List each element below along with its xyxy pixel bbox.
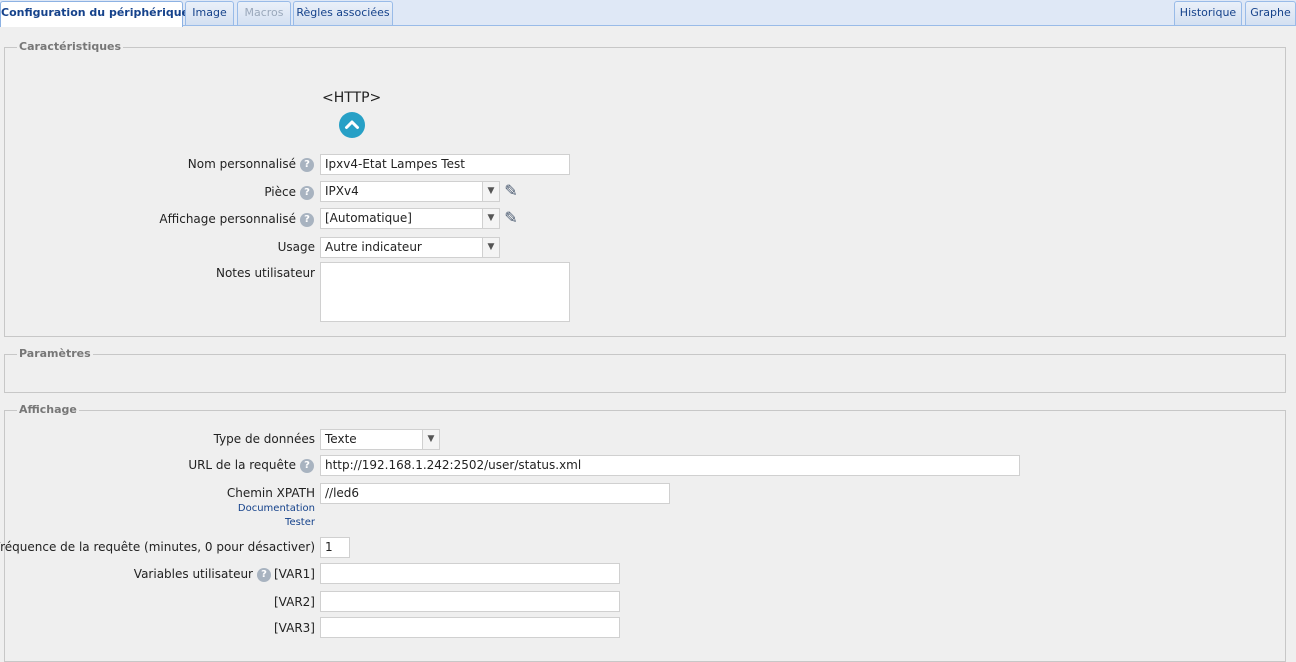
type-select[interactable]: Texte ▼ <box>320 429 440 450</box>
tab-graphe[interactable]: Graphe <box>1245 1 1296 25</box>
nom-label-row: Nom personnalisé? <box>188 157 314 172</box>
affichage-select[interactable]: [Automatique] ▼ <box>320 208 500 229</box>
xpath-input[interactable]: //led6 <box>320 483 670 504</box>
help-icon[interactable]: ? <box>257 567 271 582</box>
piece-value: IPXv4 <box>325 184 359 198</box>
help-icon[interactable]: ? <box>300 185 314 200</box>
affichage-value: [Automatique] <box>325 211 412 225</box>
piece-select[interactable]: IPXv4 ▼ <box>320 181 500 202</box>
fieldset-legend: Caractéristiques <box>17 40 124 53</box>
nom-label: Nom personnalisé <box>187 157 296 171</box>
tab-bar: Configuration du périphérique Image Macr… <box>0 0 1296 27</box>
documentation-link[interactable]: Documentation <box>238 503 315 514</box>
help-icon[interactable]: ? <box>300 212 314 227</box>
freq-input[interactable]: 1 <box>320 537 350 558</box>
usage-label: Usage <box>277 240 315 254</box>
tab-configuration[interactable]: Configuration du périphérique <box>0 1 189 27</box>
tester-link[interactable]: Tester <box>285 517 315 528</box>
piece-label: Pièce <box>264 185 296 199</box>
var3-input[interactable] <box>320 617 620 638</box>
chevron-down-icon[interactable]: ▼ <box>482 238 499 257</box>
url-label: URL de la requête <box>188 458 296 472</box>
affichage-label: Affichage personnalisé <box>159 212 296 226</box>
help-icon[interactable]: ? <box>300 458 314 473</box>
chevron-up-circle-icon[interactable] <box>339 112 365 138</box>
tab-regles-associees[interactable]: Règles associées <box>293 1 393 25</box>
fieldset-affichage: Affichage <box>4 403 1286 662</box>
url-input[interactable]: http://192.168.1.242:2502/user/status.xm… <box>320 455 1020 476</box>
type-value: Texte <box>325 432 357 446</box>
var2-input[interactable] <box>320 591 620 612</box>
piece-label-row: Pièce? <box>264 185 314 200</box>
var1-label: [VAR1] <box>274 567 315 581</box>
var1-input[interactable] <box>320 563 620 584</box>
url-label-row: URL de la requête? <box>188 458 314 473</box>
affichage-label-row: Affichage personnalisé? <box>159 212 314 227</box>
fieldset-legend: Paramètres <box>17 347 93 360</box>
var2-label: [VAR2] <box>274 595 315 609</box>
chevron-down-icon[interactable]: ▼ <box>482 209 499 228</box>
tab-image[interactable]: Image <box>185 1 234 25</box>
fieldset-caracteristiques: Caractéristiques <box>4 40 1286 337</box>
tab-macros[interactable]: Macros <box>237 1 291 25</box>
freq-label: Fréquence de la requête (minutes, 0 pour… <box>0 540 315 554</box>
fieldset-legend: Affichage <box>17 403 79 416</box>
notes-textarea[interactable] <box>320 262 570 322</box>
pencil-icon[interactable]: ✎ <box>502 209 520 227</box>
device-type-title: <HTTP> <box>322 90 382 106</box>
tab-historique[interactable]: Historique <box>1174 1 1242 25</box>
type-label: Type de données <box>213 432 315 446</box>
vars-label: Variables utilisateur <box>133 567 253 581</box>
pencil-icon[interactable]: ✎ <box>502 182 520 200</box>
chevron-down-icon[interactable]: ▼ <box>422 430 439 449</box>
usage-select[interactable]: Autre indicateur ▼ <box>320 237 500 258</box>
help-icon[interactable]: ? <box>300 157 314 172</box>
chevron-down-icon[interactable]: ▼ <box>482 182 499 201</box>
usage-value: Autre indicateur <box>325 240 422 254</box>
nom-input[interactable]: Ipxv4-Etat Lampes Test <box>320 154 570 175</box>
vars-label-row: Variables utilisateur? <box>134 567 271 582</box>
fieldset-parametres: Paramètres <box>4 347 1286 393</box>
var3-label: [VAR3] <box>274 621 315 635</box>
notes-label: Notes utilisateur <box>215 266 315 280</box>
xpath-label: Chemin XPATH <box>226 486 315 500</box>
